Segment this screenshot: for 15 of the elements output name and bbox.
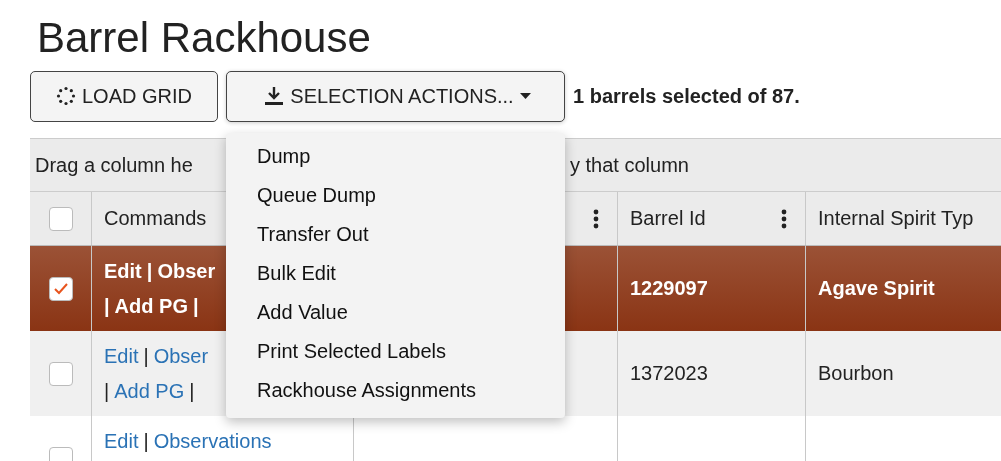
- separator: |: [143, 430, 149, 453]
- table-cell: Bourbon: [818, 362, 894, 385]
- separator: |: [192, 295, 199, 318]
- table-cell: Agave Spirit: [818, 277, 935, 300]
- table-cell: 1372023: [630, 362, 708, 385]
- group-hint: y that column: [570, 153, 689, 177]
- separator: |: [146, 260, 153, 283]
- table-cell: 1229097: [630, 277, 708, 300]
- group-hint: Drag a column he: [34, 153, 193, 177]
- separator: |: [143, 345, 149, 368]
- page-title: Barrel Rackhouse: [36, 13, 372, 63]
- selection-status: 1 barrels selected of 87.: [573, 84, 800, 108]
- separator: |: [189, 380, 195, 403]
- separator: |: [104, 295, 110, 318]
- separator: |: [104, 380, 110, 403]
